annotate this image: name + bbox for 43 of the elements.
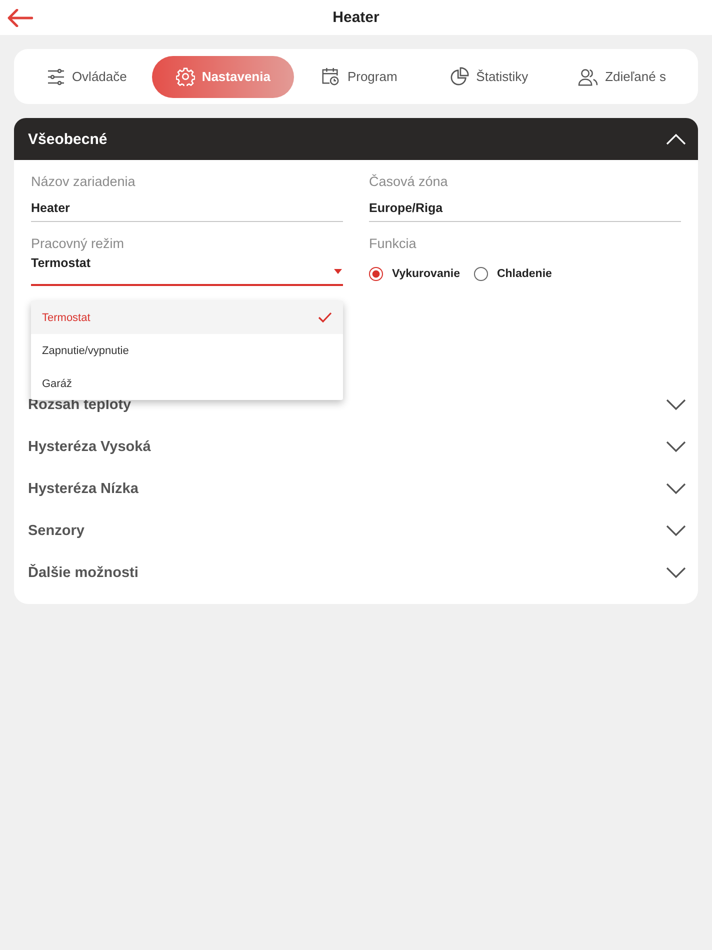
field-value: Europe/Riga [369,201,444,215]
caret-icon [334,269,342,274]
section-header[interactable]: Všeobecné [14,118,698,160]
settings-icon [176,67,195,86]
field-label: Názov zariadenia [31,174,136,189]
field-value: Termostat [31,256,92,270]
field-value: Heater [31,201,71,215]
field-label: Pracovný režim [31,236,126,251]
back-arrow-icon[interactable] [7,9,33,27]
dropdown-option[interactable]: Zapnutie/vypnutie [31,334,343,367]
calendar-clock-icon [321,67,340,86]
text-field[interactable]: Časová zóna Europe/Riga [369,174,681,222]
tab[interactable]: Program [297,56,422,98]
radio-option[interactable]: Vykurovanie [369,267,460,281]
mode-select[interactable]: Pracovný režim Termostat [31,236,343,286]
accordion-row[interactable]: Senzory [28,510,686,552]
tab[interactable]: Ovládače [22,56,151,98]
accordion-title: Senzory [28,523,84,539]
tab[interactable]: Zdieľané s [554,56,690,98]
dropdown-option[interactable]: Garáž [31,367,343,400]
accordion-title: Hysteréza Nízka [28,481,138,497]
check-icon [318,312,332,323]
accordion-row[interactable]: Hysteréza Vysoká [28,426,686,468]
tab[interactable]: Štatistiky [426,56,552,98]
accordion-row[interactable]: Hysteréza Nízka [28,468,686,510]
field-label: Funkcia [369,236,418,251]
text-field[interactable]: Názov zariadenia Heater [31,174,343,222]
accordion-title: Hysteréza Vysoká [28,439,151,455]
radio-button[interactable] [369,267,383,281]
accordion-row[interactable]: Ďalšie možnosti [28,552,686,594]
users-icon [578,68,598,86]
field-label: Časová zóna [369,174,449,189]
accordion-title: Ďalšie možnosti [28,565,138,581]
radio-button[interactable] [474,267,488,281]
section-title: Všeobecné [28,130,108,148]
screen-title: Heater [332,9,380,26]
sliders-icon [46,68,65,86]
radio-option[interactable]: Chladenie [474,267,552,281]
radio-label: Vykurovanie [392,268,460,280]
dropdown-option[interactable]: Termostat [31,301,343,334]
radio-label: Chladenie [496,268,552,280]
pie-chart-icon [450,67,470,86]
accordion-title: Rozsah teploty [28,397,132,413]
